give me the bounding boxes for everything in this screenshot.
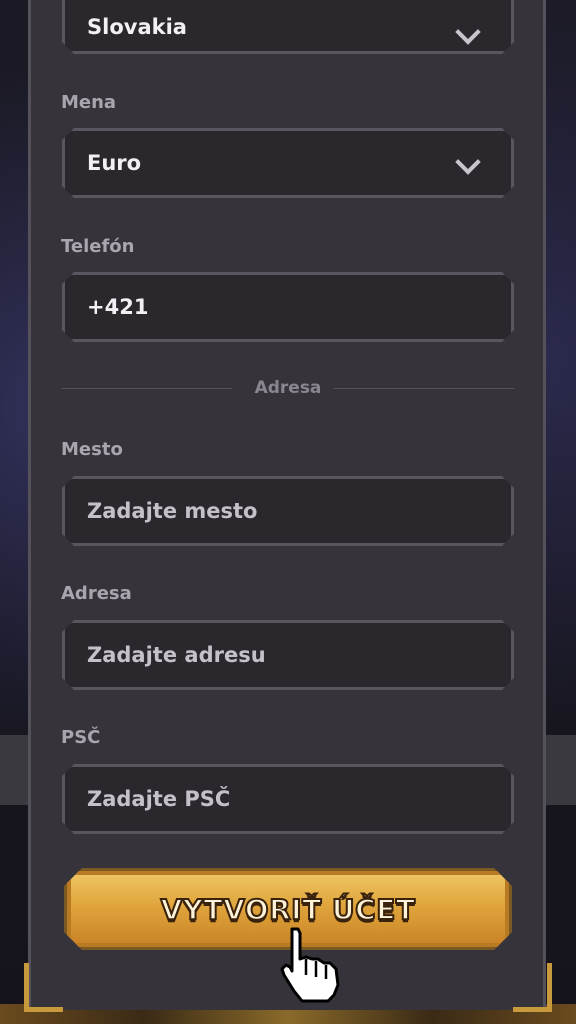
postal-label: PSČ xyxy=(61,727,101,748)
create-account-label: VYTVORIŤ ÚČET xyxy=(160,892,416,926)
hand-pointer-icon xyxy=(280,927,340,1003)
section-divider-left xyxy=(62,388,232,389)
postal-input[interactable]: Zadajte PSČ xyxy=(62,764,514,834)
phone-label: Telefón xyxy=(61,236,135,257)
country-value: Slovakia xyxy=(87,15,187,39)
panel-corner-left xyxy=(24,963,63,1012)
currency-select[interactable]: Euro xyxy=(62,128,514,198)
address-section-title: Adresa xyxy=(254,378,322,398)
chevron-down-icon xyxy=(455,149,480,174)
phone-value: +421 xyxy=(87,295,149,319)
address-label: Adresa xyxy=(61,583,132,604)
postal-placeholder: Zadajte PSČ xyxy=(87,787,231,811)
phone-input[interactable]: +421 xyxy=(62,272,514,342)
address-input[interactable]: Zadajte adresu xyxy=(62,620,514,690)
panel-corner-right xyxy=(513,963,552,1012)
section-divider-right xyxy=(334,388,514,389)
background-strip-right xyxy=(546,735,576,805)
currency-label: Mena xyxy=(61,92,117,113)
chevron-down-icon xyxy=(455,19,480,44)
background-strip-left xyxy=(0,735,30,805)
city-label: Mesto xyxy=(61,439,123,460)
city-input[interactable]: Zadajte mesto xyxy=(62,476,514,546)
address-placeholder: Zadajte adresu xyxy=(87,643,266,667)
currency-value: Euro xyxy=(87,151,142,175)
country-select[interactable]: Slovakia xyxy=(62,0,514,54)
city-placeholder: Zadajte mesto xyxy=(87,499,258,523)
